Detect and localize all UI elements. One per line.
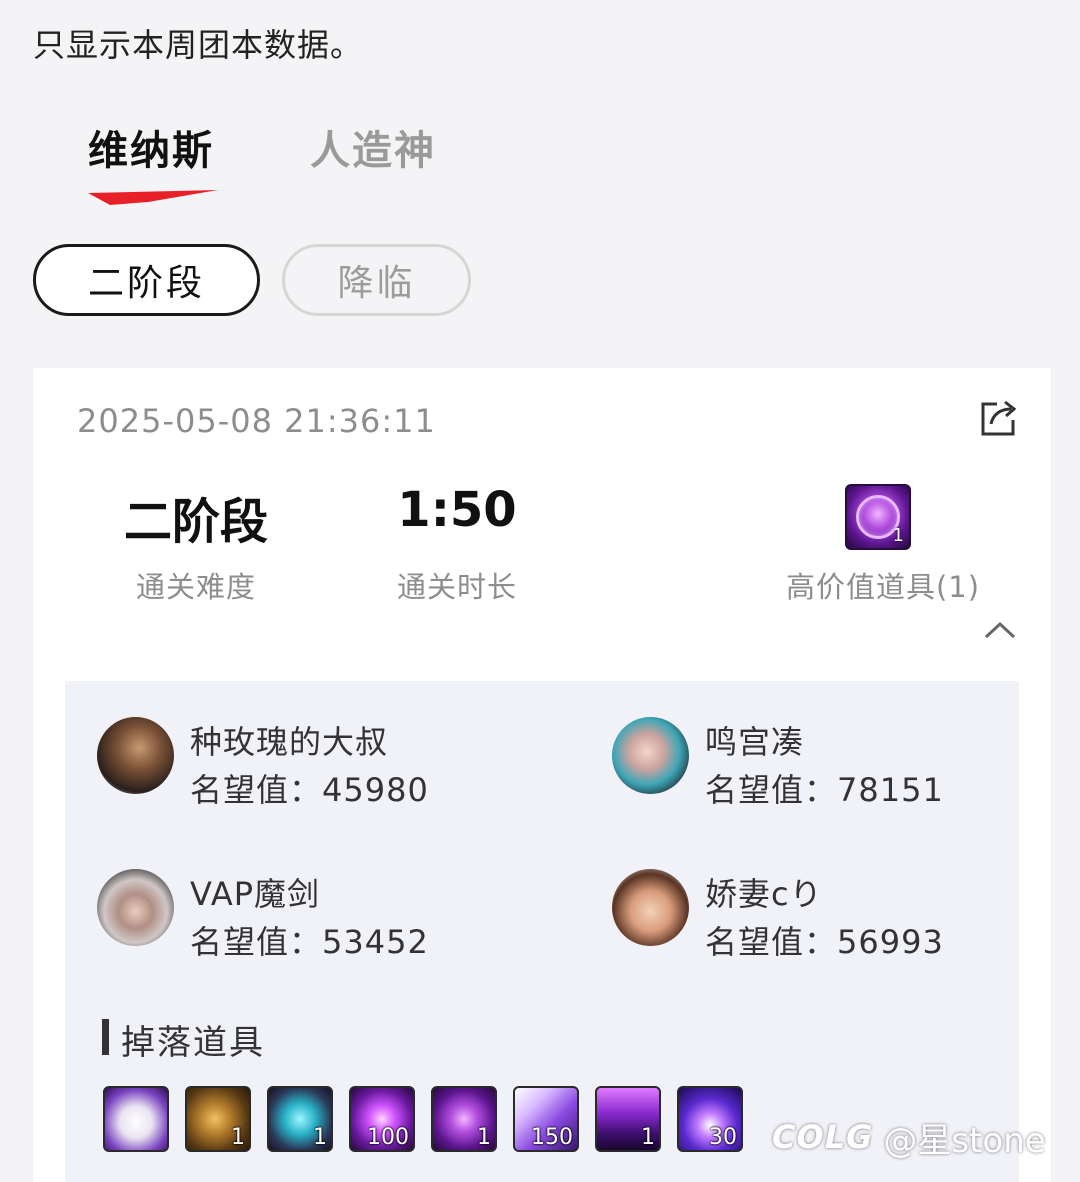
avatar[interactable] xyxy=(612,869,689,946)
purple-orb-icon[interactable]: 100 xyxy=(349,1086,415,1152)
duration-value: 1:50 xyxy=(397,482,517,538)
drop-quantity: 30 xyxy=(709,1125,737,1150)
drop-quantity: 100 xyxy=(367,1125,409,1150)
party-member: 娇妻cり 名望值：56993 xyxy=(612,869,1032,965)
chevron-up-icon[interactable] xyxy=(983,618,1017,642)
player-fame: 名望值：56993 xyxy=(705,923,944,961)
player-fame: 名望值：45980 xyxy=(190,771,429,809)
avatar[interactable] xyxy=(97,869,174,946)
purple-emblem-icon[interactable]: 1 xyxy=(431,1086,497,1152)
player-fame: 名望值：53452 xyxy=(190,923,429,961)
tab-artificial-god[interactable]: 人造神 xyxy=(310,118,436,176)
player-name: 娇妻cり xyxy=(705,875,823,913)
drop-quantity: 1 xyxy=(641,1125,655,1150)
tab-venus[interactable]: 维纳斯 xyxy=(88,118,214,176)
stage-pill-descent[interactable]: 降临 xyxy=(282,244,471,316)
avatar[interactable] xyxy=(97,717,174,794)
drop-quantity: 1 xyxy=(313,1125,327,1150)
high-value-items-label: 高价值道具(1) xyxy=(785,570,981,604)
duration-label: 通关时长 xyxy=(396,570,517,604)
player-name: VAP魔剑 xyxy=(190,875,321,913)
high-value-item-count: 1 xyxy=(892,525,904,546)
violet-crystal-icon[interactable]: 150 xyxy=(513,1086,579,1152)
drop-quantity: 1 xyxy=(231,1125,245,1150)
raid-tabs: 维纳斯 人造神 xyxy=(88,118,588,208)
watermark-logo: COLG xyxy=(772,1118,874,1156)
difficulty-label: 通关难度 xyxy=(135,570,256,604)
player-fame: 名望值：78151 xyxy=(705,771,944,809)
cyan-wing-icon[interactable]: 1 xyxy=(267,1086,333,1152)
watermark: COLG @星stone xyxy=(772,1112,1046,1162)
party-member: 种玫瑰的大叔 名望值：45980 xyxy=(97,717,517,813)
player-name: 种玫瑰的大叔 xyxy=(190,723,389,761)
clear-record-card: 2025-05-08 21:36:11 二阶段 通关难度 1:50 通关时长 1… xyxy=(33,368,1051,1182)
player-name: 鸣宫凑 xyxy=(705,723,805,761)
party-details-panel: 种玫瑰的大叔 名望值：45980 鸣宫凑 名望值：78151 VAP魔剑 名望值… xyxy=(65,681,1019,1182)
drop-quantity: 150 xyxy=(531,1125,573,1150)
drops-title: 掉落道具 xyxy=(121,1023,265,1063)
share-icon[interactable] xyxy=(977,396,1021,440)
high-value-item-icon[interactable]: 1 xyxy=(845,484,911,550)
record-datetime: 2025-05-08 21:36:11 xyxy=(77,402,436,440)
purple-flame-icon[interactable]: 30 xyxy=(677,1086,743,1152)
gold-ore-icon[interactable]: 1 xyxy=(185,1086,251,1152)
stage-pill-phase-two[interactable]: 二阶段 xyxy=(33,244,260,316)
purple-chest-icon[interactable]: 1 xyxy=(595,1086,661,1152)
difficulty-value: 二阶段 xyxy=(123,494,268,550)
party-member: VAP魔剑 名望值：53452 xyxy=(97,869,517,965)
page-note: 只显示本周团本数据。 xyxy=(33,26,364,64)
tab-underline xyxy=(88,190,218,205)
party-member: 鸣宫凑 名望值：78151 xyxy=(612,717,1032,813)
avatar[interactable] xyxy=(612,717,689,794)
drop-quantity: 1 xyxy=(477,1125,491,1150)
watermark-handle: @星stone xyxy=(883,1120,1046,1161)
purple-pants-icon[interactable] xyxy=(103,1086,169,1152)
section-bar xyxy=(102,1019,109,1055)
